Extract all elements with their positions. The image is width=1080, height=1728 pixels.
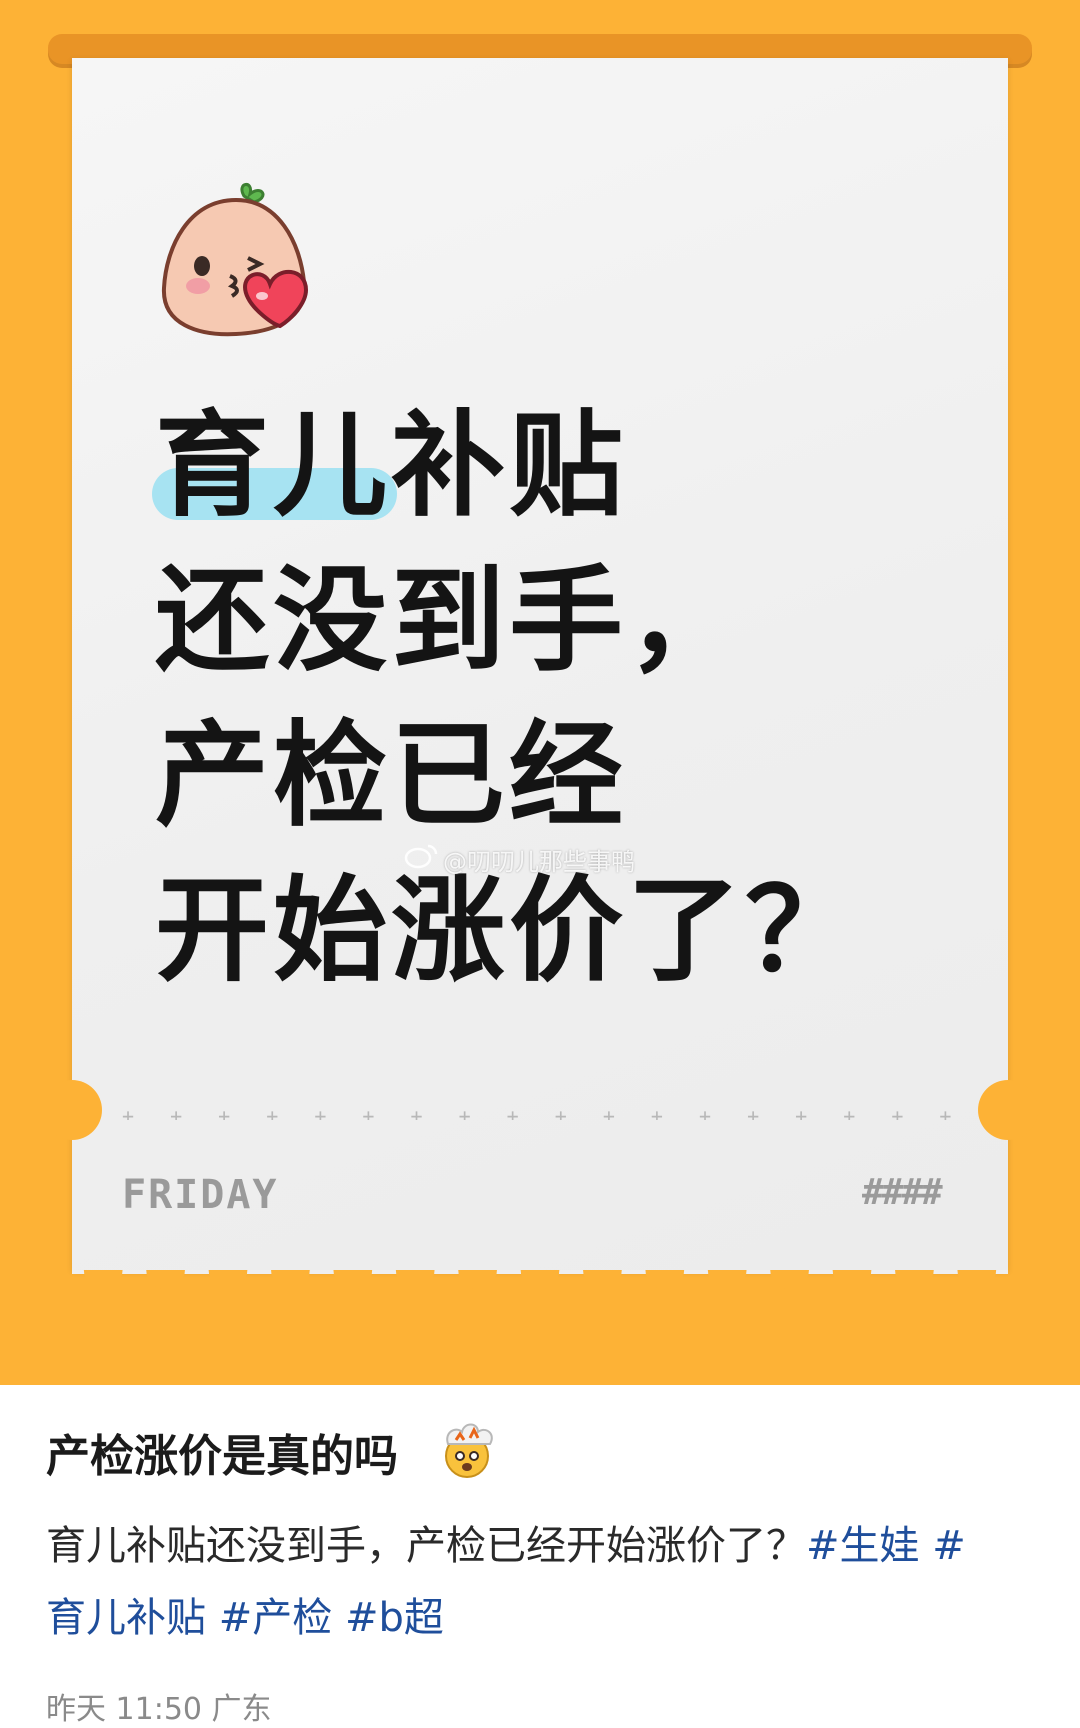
scalloped-edge — [72, 1270, 1008, 1290]
ticket-notch-left — [42, 1080, 102, 1140]
day-label: FRIDAY — [122, 1172, 279, 1218]
post-body: 育儿补贴还没到手，产检已经开始涨价了？#生娃 # 育儿补贴 #产检 #b超 — [46, 1510, 1046, 1654]
headline-line: 育儿补贴 — [155, 399, 628, 532]
headline-line: 产检已经 — [155, 709, 628, 842]
scallop — [645, 1270, 685, 1290]
scallop — [395, 1270, 435, 1290]
hashtag-link[interactable]: #b超 — [332, 1595, 444, 1641]
kissing-peach-heart-icon — [161, 183, 309, 337]
ticket-notch-right — [978, 1080, 1038, 1140]
hash-mark: #### — [862, 1172, 943, 1213]
post-title: 产检涨价是真的吗 — [46, 1431, 398, 1482]
hashtag-link[interactable]: #产检 — [206, 1595, 333, 1641]
watermark-text: @叨叨儿那些事鸭 — [443, 848, 635, 876]
poster-image[interactable]: 育儿补贴 还没到手， 产检已经 开始涨价了？ @叨叨儿那些事鸭 + + + + … — [0, 0, 1080, 1385]
scallop — [895, 1270, 934, 1290]
scallop — [83, 1270, 123, 1290]
scallop — [520, 1270, 560, 1290]
scallop — [208, 1270, 248, 1290]
post-body-text: 育儿补贴还没到手，产检已经开始涨价了？ — [46, 1523, 806, 1569]
scallop — [583, 1270, 622, 1290]
hashtag-link[interactable]: 育儿补贴 — [46, 1595, 206, 1641]
scallop — [957, 1270, 997, 1290]
exploding-head-icon — [445, 1423, 493, 1478]
scallop — [458, 1270, 497, 1290]
scallop — [271, 1270, 310, 1290]
scallop — [770, 1270, 809, 1290]
dotted-divider: + + + + + + + + + + + + + + + + + + + + … — [122, 1104, 958, 1120]
hashtag-link[interactable]: #生娃 # — [806, 1523, 966, 1569]
scallop — [707, 1270, 747, 1290]
headline: 育儿补贴 还没到手， 产检已经 开始涨价了？ — [155, 388, 863, 1008]
scallop — [333, 1270, 373, 1290]
scallop — [146, 1270, 185, 1290]
post-timestamp-location: 昨天 11:50 广东 — [46, 1692, 272, 1727]
headline-line: 还没到手， — [155, 554, 746, 687]
scallop — [832, 1270, 872, 1290]
